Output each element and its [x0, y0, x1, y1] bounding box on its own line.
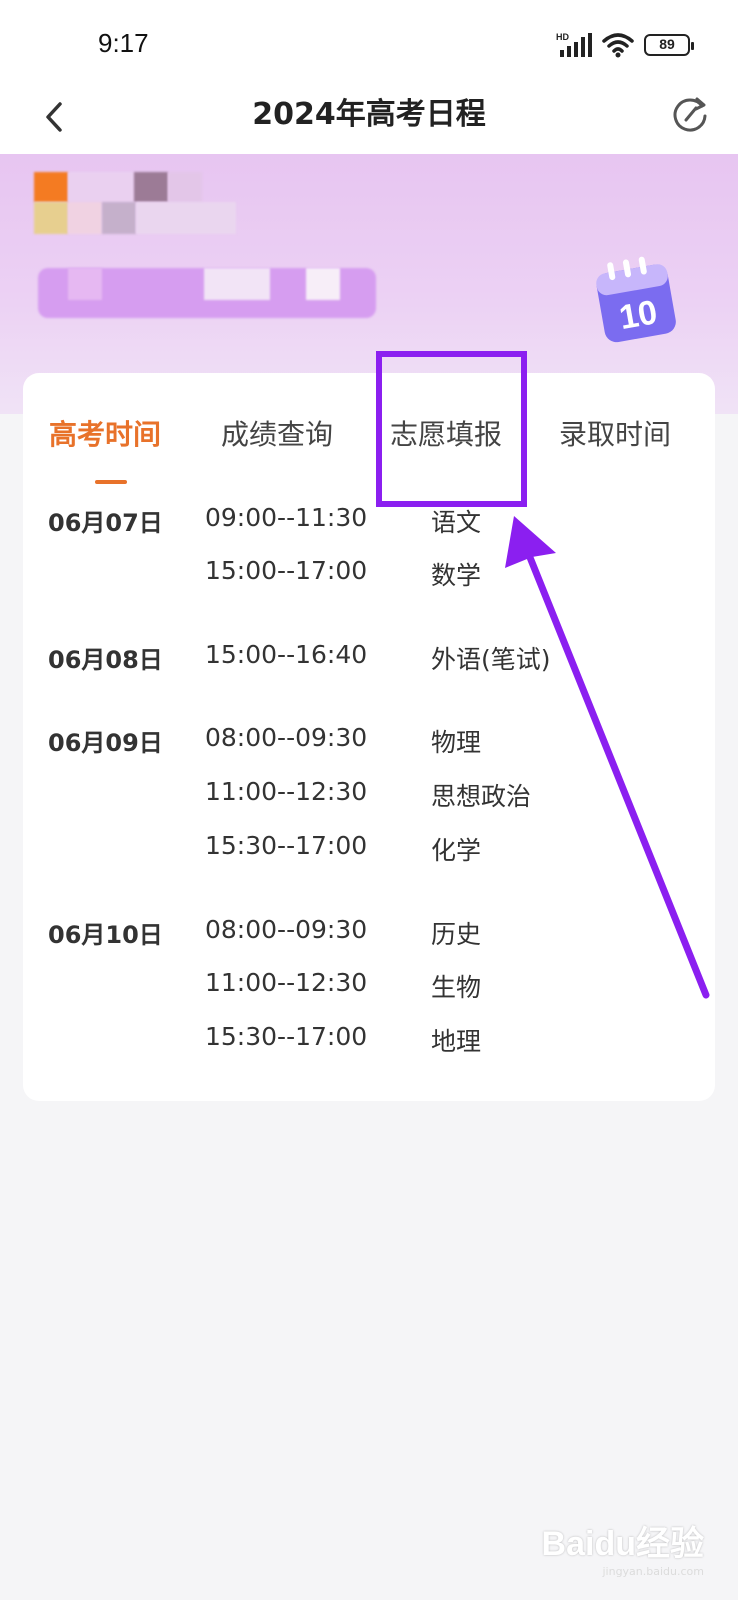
schedule-date: 06月07日 — [48, 509, 163, 537]
schedule-time: 11:00--12:30 — [205, 968, 368, 997]
schedule-time: 09:00--11:30 — [205, 503, 368, 532]
blurred-logo — [68, 172, 134, 202]
refresh-icon[interactable] — [668, 92, 712, 136]
schedule-subject: 化学 — [431, 836, 482, 865]
watermark-url: jingyan.baidu.com — [602, 1565, 704, 1578]
page-title: 2024年高考日程 — [252, 97, 486, 132]
schedule-row: 06月10日 08:00--09:30 历史 — [23, 915, 715, 955]
watermark-logo: Baidu经验 — [541, 1525, 704, 1563]
schedule-date: 06月10日 — [48, 921, 163, 949]
tab-score-query[interactable]: 成绩查询 — [221, 413, 333, 453]
schedule-row: 15:30--17:00 地理 — [23, 1022, 715, 1062]
schedule-time: 15:30--17:00 — [205, 1022, 368, 1051]
schedule-row: 11:00--12:30 生物 — [23, 968, 715, 1008]
schedule-time: 15:00--17:00 — [205, 556, 368, 585]
blurred-logo — [168, 172, 202, 202]
schedule-subject: 外语(笔试) — [431, 645, 551, 674]
tab-gaokao-time[interactable]: 高考时间 — [49, 413, 161, 453]
schedule-time: 08:00--09:30 — [205, 915, 368, 944]
schedule-row: 06月09日 08:00--09:30 物理 — [23, 723, 715, 763]
watermark: Baidu经验 jingyan.baidu.com — [542, 1516, 704, 1578]
blurred-subtitle — [306, 268, 340, 300]
schedule-time: 15:30--17:00 — [205, 831, 368, 860]
schedule-subject: 历史 — [431, 920, 482, 949]
blurred-subtitle — [204, 268, 270, 300]
schedule-subject: 生物 — [431, 973, 482, 1002]
blurred-logo — [34, 202, 68, 234]
schedule-subject: 语文 — [431, 508, 482, 537]
status-bar: 9:17 HD 89 — [0, 0, 738, 80]
schedule-row: 06月07日 09:00--11:30 语文 — [23, 503, 715, 543]
status-time: 9:17 — [98, 28, 149, 58]
blurred-logo — [34, 172, 68, 202]
tab-admission-time[interactable]: 录取时间 — [559, 413, 671, 453]
blurred-logo — [102, 202, 136, 234]
schedule-subject: 思想政治 — [431, 782, 532, 811]
schedule-card: 高考时间 成绩查询 志愿填报 录取时间 06月07日 09:00--11:30 … — [23, 373, 715, 1101]
battery-level: 89 — [659, 36, 675, 52]
status-icons: HD 89 — [556, 32, 694, 58]
schedule-time: 11:00--12:30 — [205, 777, 368, 806]
blurred-subtitle — [68, 268, 102, 300]
schedule-time: 15:00--16:40 — [205, 640, 368, 669]
calendar-number: 10 — [616, 293, 660, 337]
network-label: HD — [556, 32, 569, 42]
schedule-date: 06月08日 — [48, 646, 163, 674]
calendar-icon: 10 — [596, 256, 676, 343]
schedule-row: 15:30--17:00 化学 — [23, 831, 715, 871]
schedule-subject: 数学 — [431, 561, 482, 590]
blurred-logo — [68, 202, 102, 234]
schedule-subject: 物理 — [431, 728, 482, 757]
schedule-row: 15:00--17:00 数学 — [23, 556, 715, 596]
nav-bar: 2024年高考日程 — [0, 80, 738, 154]
wifi-icon — [602, 33, 634, 58]
signal-icon: HD — [556, 32, 592, 57]
schedule-time: 08:00--09:30 — [205, 723, 368, 752]
schedule-subject: 地理 — [431, 1027, 482, 1056]
schedule-date: 06月09日 — [48, 729, 163, 757]
blurred-logo — [134, 172, 168, 202]
tab-active-indicator — [95, 480, 127, 484]
battery-icon: 89 — [644, 34, 694, 56]
blurred-logo — [136, 202, 236, 234]
schedule-row: 11:00--12:30 思想政治 — [23, 777, 715, 817]
schedule-row: 06月08日 15:00--16:40 外语(笔试) — [23, 640, 715, 680]
annotation-highlight-box — [376, 351, 527, 507]
